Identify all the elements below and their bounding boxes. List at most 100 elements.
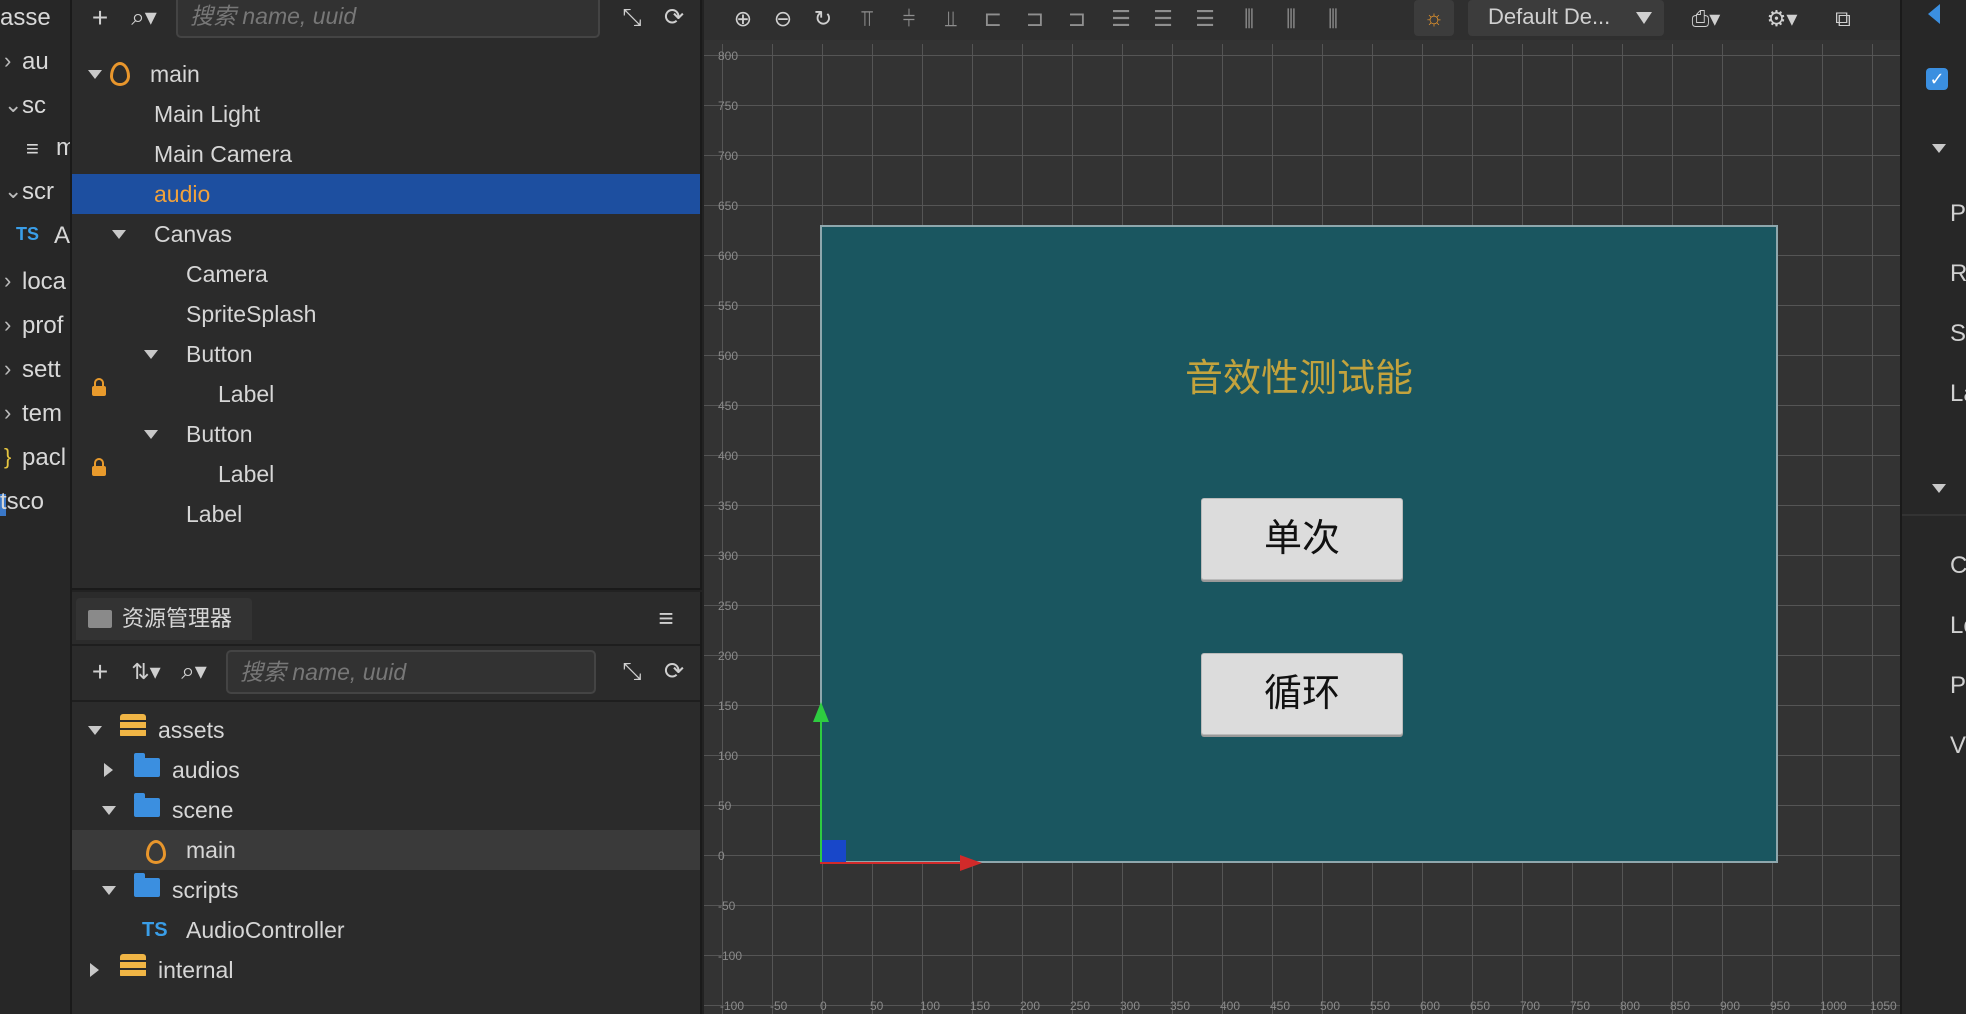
chevron-right-icon[interactable] <box>90 963 99 977</box>
layout-icon[interactable]: ⧉ <box>1830 6 1856 32</box>
hierarchy-node[interactable]: Label <box>72 454 700 494</box>
hierarchy-node[interactable]: Canvas <box>72 214 700 254</box>
lock-icon[interactable] <box>92 378 106 396</box>
chevron-down-icon[interactable]: ⌄ <box>4 178 22 204</box>
align-top-icon[interactable]: ⫪ <box>854 6 880 32</box>
scene-view[interactable]: ⊕ ⊖ ↻ ⫪ ⫩ ⫫ ⊏ ⊐ ⊐ ☰ ☰ ☰ ⫼ ⫼ ⫼ ☼ Default … <box>704 0 1900 1014</box>
gizmo-y-arrow[interactable] <box>813 702 829 722</box>
file-tree-item-label[interactable]: A <box>54 222 70 250</box>
light-toggle-icon[interactable]: ☼ <box>1414 0 1454 36</box>
hierarchy-node[interactable]: main <box>72 54 700 94</box>
inspector-panel: ✓ Pc Rc Sc La C Lc Pl Vc <box>1900 0 1966 1014</box>
camera-dropdown[interactable]: Default De... <box>1468 0 1664 36</box>
add-asset-button[interactable]: + <box>82 654 118 690</box>
file-tree-item-label[interactable]: tsco <box>0 488 44 516</box>
file-tree-item-label[interactable]: au <box>22 48 49 76</box>
chevron-right-icon[interactable]: › <box>4 268 11 294</box>
gear-icon[interactable]: ⚙▾ <box>1760 6 1804 32</box>
assets-tab[interactable]: 资源管理器 <box>76 598 252 640</box>
file-tree-item-label[interactable]: m <box>56 134 70 162</box>
zoom-in-icon[interactable]: ⊕ <box>730 6 756 32</box>
distribute-vcenter-icon[interactable]: ☰ <box>1150 6 1176 32</box>
file-tree-item-label[interactable]: sett <box>22 356 61 384</box>
collapse-all-button[interactable]: ⤡ <box>614 0 650 36</box>
hierarchy-node[interactable]: Main Camera <box>72 134 700 174</box>
hierarchy-node[interactable]: SpriteSplash <box>72 294 700 334</box>
distribute-right-icon[interactable]: ⫼ <box>1320 6 1346 32</box>
chevron-down-icon[interactable] <box>102 886 116 895</box>
section-collapse-icon[interactable] <box>1932 144 1946 153</box>
chevron-right-icon[interactable]: › <box>4 400 11 426</box>
refresh-button[interactable]: ⟳ <box>656 0 692 36</box>
chevron-down-icon[interactable] <box>112 230 126 239</box>
hierarchy-node[interactable]: Button <box>72 334 700 374</box>
menu-icon[interactable]: ≡ <box>648 600 684 636</box>
hierarchy-node[interactable]: Main Light <box>72 94 700 134</box>
chevron-down-icon[interactable] <box>144 430 158 439</box>
gizmo-center-handle[interactable] <box>822 840 846 862</box>
chevron-down-icon[interactable] <box>88 726 102 735</box>
file-tree-item-label[interactable]: sc <box>22 92 46 120</box>
single-play-button[interactable]: 单次 <box>1201 498 1403 580</box>
hierarchy-search-input[interactable]: 搜索 name, uuid <box>176 0 600 38</box>
gizmo-x-arrow[interactable] <box>960 855 982 871</box>
x-tick-label: -100 <box>720 999 745 1013</box>
align-vcenter-icon[interactable]: ⫩ <box>896 6 922 32</box>
align-bottom-icon[interactable]: ⫫ <box>938 6 964 32</box>
distribute-top-icon[interactable]: ☰ <box>1108 6 1134 32</box>
chevron-right-icon[interactable]: › <box>4 312 11 338</box>
search-type-button[interactable]: ⌕▾ <box>176 654 212 690</box>
loop-play-button[interactable]: 循环 <box>1201 653 1403 735</box>
zoom-out-icon[interactable]: ⊖ <box>770 6 796 32</box>
chevron-right-icon[interactable] <box>104 763 113 777</box>
align-hcenter-icon[interactable]: ⊐ <box>1022 6 1048 32</box>
assets-item[interactable]: main <box>72 830 700 870</box>
add-node-button[interactable]: + <box>82 0 118 36</box>
hierarchy-node[interactable]: Camera <box>72 254 700 294</box>
chevron-right-icon[interactable]: › <box>4 48 11 74</box>
camera-icon[interactable]: ⎙▾ <box>1684 6 1728 32</box>
chevron-right-icon[interactable]: › <box>4 356 11 382</box>
file-tree-item-label[interactable]: tem <box>22 400 62 428</box>
assets-item[interactable]: scripts <box>72 870 700 910</box>
assets-item[interactable]: assets <box>72 710 700 750</box>
assets-item[interactable]: TS AudioController <box>72 910 700 950</box>
search-type-button[interactable]: ⌕▾ <box>126 0 162 36</box>
assets-search-input[interactable]: 搜索 name, uuid <box>226 650 596 694</box>
file-tree-item-label[interactable]: pacl <box>22 444 66 472</box>
hierarchy-node[interactable]: Label <box>72 374 700 414</box>
sort-button[interactable]: ⇅▾ <box>128 654 164 690</box>
brace-icon[interactable]: } <box>4 444 11 470</box>
assets-item[interactable]: internal <box>72 950 700 990</box>
lock-icon[interactable] <box>92 458 106 476</box>
active-checkbox[interactable]: ✓ <box>1926 68 1948 90</box>
file-tree-item-label[interactable]: loca <box>22 268 66 296</box>
gizmo-x-axis[interactable] <box>820 862 970 864</box>
distribute-hcenter-icon[interactable]: ⫼ <box>1278 6 1304 32</box>
back-arrow-icon[interactable] <box>1928 4 1940 24</box>
distribute-left-icon[interactable]: ⫼ <box>1236 6 1262 32</box>
x-tick-label: 850 <box>1670 999 1691 1013</box>
chevron-down-icon[interactable] <box>102 806 116 815</box>
hierarchy-node[interactable]: audio <box>72 174 700 214</box>
chevron-down-icon[interactable] <box>88 70 102 79</box>
hierarchy-node[interactable]: Button <box>72 414 700 454</box>
align-right-icon[interactable]: ⊐ <box>1064 6 1090 32</box>
hierarchy-node[interactable]: Label <box>72 494 700 534</box>
file-tree-item-label[interactable]: scr <box>22 178 54 206</box>
chevron-down-icon[interactable]: ⌄ <box>4 92 22 118</box>
refresh-button[interactable]: ⟳ <box>656 654 692 690</box>
reset-view-icon[interactable]: ↻ <box>810 6 836 32</box>
align-left-icon[interactable]: ⊏ <box>980 6 1006 32</box>
file-tree-item-label[interactable]: asse <box>0 4 51 32</box>
assets-item[interactable]: audios <box>72 750 700 790</box>
canvas-node-rect[interactable]: 音效性测试能 单次 循环 <box>820 225 1778 863</box>
section-collapse-icon[interactable] <box>1932 484 1946 493</box>
distribute-bottom-icon[interactable]: ☰ <box>1192 6 1218 32</box>
canvas-title-label[interactable]: 音效性测试能 <box>822 347 1776 402</box>
assets-item[interactable]: scene <box>72 790 700 830</box>
collapse-all-button[interactable]: ⤡ <box>614 654 650 690</box>
chevron-down-icon[interactable] <box>144 350 158 359</box>
y-tick-label: 500 <box>718 349 739 363</box>
file-tree-item-label[interactable]: prof <box>22 312 63 340</box>
